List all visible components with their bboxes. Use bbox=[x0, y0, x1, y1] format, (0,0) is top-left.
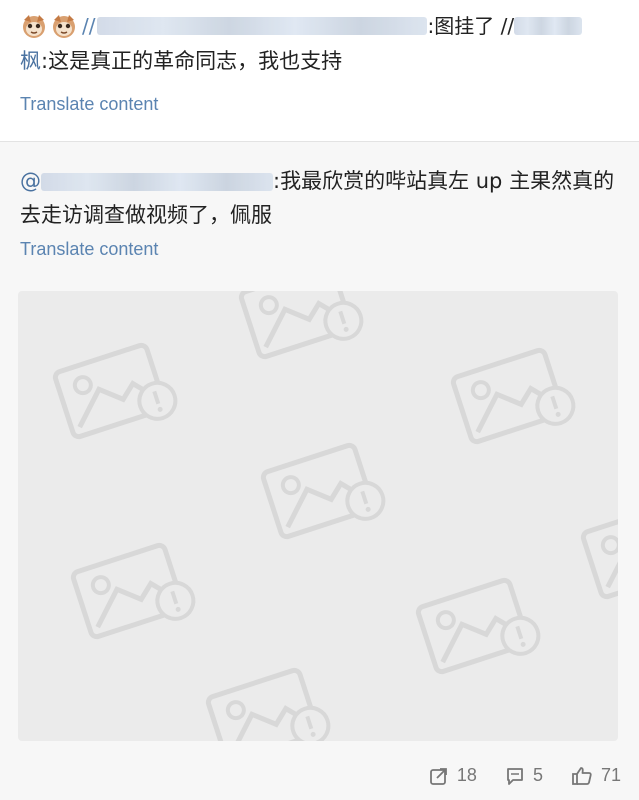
broken-image-placeholder[interactable] bbox=[18, 291, 618, 741]
like-action[interactable]: 71 bbox=[571, 765, 621, 786]
comment-icon bbox=[507, 767, 523, 785]
hidden-username-2[interactable] bbox=[514, 17, 583, 35]
original-post-text: @:我最欣赏的哔站真左 up 主果然真的去走访调查做视频了，佩服 bbox=[20, 164, 620, 232]
username-fragment[interactable]: 枫 bbox=[20, 49, 41, 73]
broken-image-icon bbox=[18, 291, 618, 741]
translate-content-link[interactable]: Translate content bbox=[20, 94, 158, 115]
comment-count: 5 bbox=[532, 765, 543, 785]
post-second-line: 枫:这是真正的革命同志，我也支持 bbox=[20, 45, 342, 77]
mention-prefix[interactable]: @ bbox=[20, 169, 41, 193]
hidden-mention-username[interactable] bbox=[41, 173, 273, 191]
action-footer: 18 5 71 bbox=[429, 765, 621, 786]
forward-separator: // bbox=[82, 14, 96, 38]
share-count: 18 bbox=[456, 765, 477, 785]
original-post-panel: @:我最欣赏的哔站真左 up 主果然真的去走访调查做视频了，佩服 Transla… bbox=[0, 142, 639, 800]
post-text-1: :图挂了 // bbox=[427, 14, 515, 38]
forward-chain-line: // :图挂了 // bbox=[20, 10, 620, 42]
hidden-username-1[interactable] bbox=[97, 17, 428, 35]
weibo-post-card: // :图挂了 // 枫:这是真正的革命同志，我也支持 Translate co… bbox=[0, 0, 639, 800]
like-count: 71 bbox=[600, 765, 621, 785]
cat-emoji-icon bbox=[23, 15, 45, 38]
share-action[interactable]: 18 bbox=[429, 765, 477, 786]
share-icon bbox=[430, 767, 447, 785]
post-text-2: :这是真正的革命同志，我也支持 bbox=[41, 49, 343, 73]
comment-action[interactable]: 5 bbox=[505, 765, 543, 786]
cat-emoji-icon bbox=[53, 15, 75, 38]
translate-content-link[interactable]: Translate content bbox=[20, 239, 158, 260]
forwarded-post: // :图挂了 // 枫:这是真正的革命同志，我也支持 Translate co… bbox=[0, 0, 639, 141]
thumb-up-icon bbox=[572, 766, 592, 785]
